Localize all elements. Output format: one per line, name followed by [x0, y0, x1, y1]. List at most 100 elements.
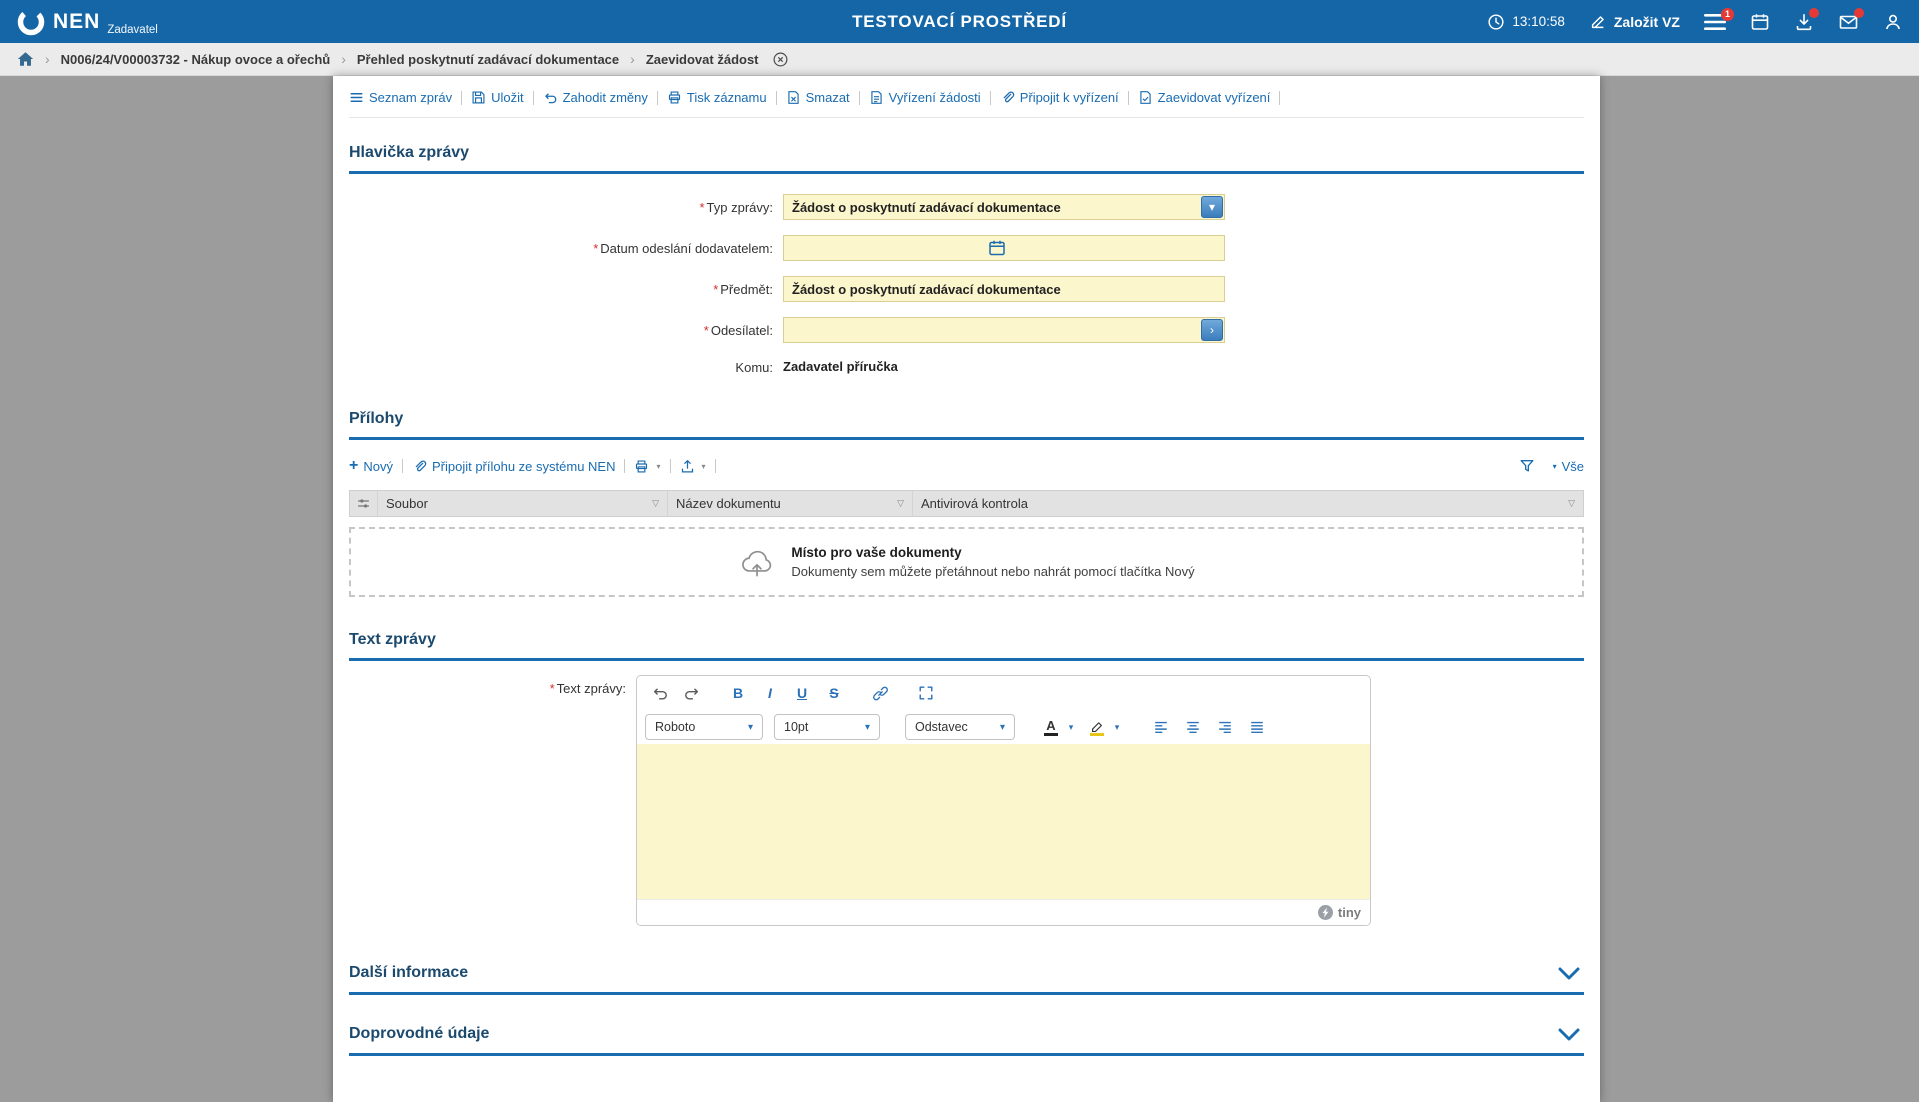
expand-dalsi-informace-button[interactable] — [1554, 967, 1584, 980]
redo-button[interactable] — [677, 680, 707, 706]
section-title: Doprovodné údaje — [349, 1025, 489, 1043]
nen-logo-icon — [16, 7, 46, 37]
attach-from-nen-button[interactable]: Připojit přílohu ze systému NEN — [412, 459, 616, 474]
tiny-brand-text: tiny — [1338, 905, 1361, 920]
home-button[interactable] — [17, 51, 34, 67]
dropzone-hint: Dokumenty sem můžete přetáhnout nebo nah… — [791, 564, 1194, 579]
calendar-picker-icon — [988, 239, 1006, 257]
align-center-button[interactable] — [1178, 714, 1208, 740]
export-attachments-button[interactable]: ▾ — [680, 459, 706, 474]
font-family-select[interactable]: Roboto ▾ — [645, 714, 763, 740]
align-left-button[interactable] — [1146, 714, 1176, 740]
editor-toolbar-row2: Roboto ▾ 10pt ▾ Odstavec ▾ A ▾ — [637, 710, 1370, 744]
block-format-select[interactable]: Odstavec ▾ — [905, 714, 1015, 740]
compose-icon — [1589, 13, 1607, 31]
register-resolution-button[interactable]: Zaevidovat vyřízení — [1138, 90, 1271, 105]
sender-label: *Odesílatel: — [349, 323, 783, 338]
filter-button[interactable] — [1519, 458, 1535, 474]
nen-logo[interactable]: NEN Zadavatel — [16, 7, 158, 37]
new-attachment-button[interactable]: + Nový — [349, 457, 393, 475]
attach-to-resolution-button[interactable]: Připojit k vyřízení — [1000, 90, 1119, 105]
align-justify-button[interactable] — [1242, 714, 1272, 740]
document-lines-icon — [869, 90, 884, 105]
strikethrough-icon: S — [829, 685, 838, 701]
text-color-button[interactable]: A — [1040, 714, 1062, 740]
toolbar-separator — [624, 459, 625, 473]
toolbar-separator — [859, 91, 860, 105]
chevron-down-icon: ▾ — [656, 462, 660, 471]
toolbar-separator — [1128, 91, 1129, 105]
required-marker: * — [593, 241, 598, 256]
font-size-select[interactable]: 10pt ▾ — [774, 714, 880, 740]
close-circle-icon — [772, 51, 789, 68]
funnel-icon — [1519, 458, 1535, 474]
breadcrumb: › N006/24/V00003732 - Nákup ovoce a ořec… — [0, 43, 1919, 76]
sender-input[interactable] — [783, 317, 1225, 343]
fullscreen-icon — [918, 685, 934, 701]
column-header-antivirova-kontrola[interactable]: Antivirová kontrola ▽ — [913, 491, 1583, 516]
delete-button[interactable]: Smazat — [786, 90, 850, 105]
message-list-button[interactable]: Seznam zpráv — [349, 90, 452, 105]
process-request-button[interactable]: Vyřízení žádosti — [869, 90, 981, 105]
breadcrumb-item-overview[interactable]: Přehled poskytnutí zadávací dokumentace — [357, 52, 619, 67]
messages-button[interactable] — [1838, 12, 1859, 32]
save-button[interactable]: Uložit — [471, 90, 524, 105]
toolbar-separator — [402, 459, 403, 473]
editor-content[interactable] — [637, 744, 1370, 899]
column-settings-button[interactable] — [350, 491, 378, 516]
record-toolbar: Seznam zpráv Uložit Zahodit změny Tisk z… — [349, 76, 1584, 118]
print-record-button[interactable]: Tisk záznamu — [667, 90, 767, 105]
undo-button[interactable] — [645, 680, 675, 706]
breadcrumb-item-procurement[interactable]: N006/24/V00003732 - Nákup ovoce a ořechů — [61, 52, 331, 67]
print-attachments-button[interactable]: ▾ — [634, 459, 660, 474]
undo-icon — [652, 685, 668, 701]
fullscreen-button[interactable] — [911, 680, 941, 706]
undo-arrow-icon — [543, 90, 558, 105]
chevron-down-icon — [1558, 967, 1580, 980]
calendar-button[interactable] — [1750, 12, 1770, 32]
discard-changes-button[interactable]: Zahodit změny — [543, 90, 648, 105]
paperclip-icon — [1000, 90, 1015, 105]
attachments-dropzone[interactable]: Místo pro vaše dokumenty Dokumenty sem m… — [349, 527, 1584, 597]
underline-button[interactable]: U — [787, 680, 817, 706]
document-check-icon — [1138, 90, 1153, 105]
app-header: NEN Zadavatel TESTOVACÍ PROSTŘEDÍ 13:10:… — [0, 0, 1919, 43]
user-profile-button[interactable] — [1883, 12, 1903, 32]
text-color-menu-button[interactable]: ▾ — [1064, 714, 1078, 740]
filter-triangle-icon[interactable]: ▽ — [1560, 498, 1575, 509]
message-type-dropdown-button[interactable]: ▾ — [1201, 196, 1223, 218]
breadcrumb-separator-icon: › — [341, 51, 346, 67]
toolbar-separator — [461, 91, 462, 105]
highlight-color-button[interactable] — [1086, 714, 1108, 740]
subject-input[interactable] — [783, 276, 1225, 302]
column-header-nazev-dokumentu[interactable]: Název dokumentu ▽ — [668, 491, 913, 516]
insert-link-button[interactable] — [865, 680, 895, 706]
message-text-label: *Text zprávy: — [349, 675, 636, 926]
view-all-toggle[interactable]: ▾ Vše — [1551, 459, 1584, 474]
date-sent-label: *Datum odeslání dodavatelem: — [349, 241, 783, 256]
chevron-down-icon — [1558, 1028, 1580, 1041]
expand-doprovodne-udaje-button[interactable] — [1554, 1028, 1584, 1041]
filter-triangle-icon[interactable]: ▽ — [644, 498, 659, 509]
chevron-down-icon: ▾ — [1000, 722, 1005, 733]
filter-triangle-icon[interactable]: ▽ — [889, 498, 904, 509]
close-tab-button[interactable] — [772, 51, 789, 68]
attachments-table-header: Soubor ▽ Název dokumentu ▽ Antivirová ko… — [349, 490, 1584, 517]
downloads-button[interactable] — [1794, 12, 1814, 32]
download-badge — [1809, 8, 1819, 18]
message-type-select[interactable]: Žádost o poskytnutí zadávací dokumentace — [783, 194, 1225, 220]
section-title: Další informace — [349, 964, 468, 982]
strikethrough-button[interactable]: S — [819, 680, 849, 706]
bold-button[interactable]: B — [723, 680, 753, 706]
create-vz-button[interactable]: Založit VZ — [1589, 13, 1680, 31]
sender-lookup-button[interactable]: › — [1201, 319, 1223, 341]
italic-button[interactable]: I — [755, 680, 785, 706]
highlight-color-menu-button[interactable]: ▾ — [1110, 714, 1124, 740]
date-picker-button[interactable] — [988, 239, 1006, 257]
toolbar-separator — [715, 459, 716, 473]
type-label: *Typ zprávy: — [349, 200, 783, 215]
export-icon — [680, 459, 695, 474]
align-right-button[interactable] — [1210, 714, 1240, 740]
main-menu-button[interactable]: 1 — [1704, 14, 1726, 30]
column-header-soubor[interactable]: Soubor ▽ — [378, 491, 668, 516]
